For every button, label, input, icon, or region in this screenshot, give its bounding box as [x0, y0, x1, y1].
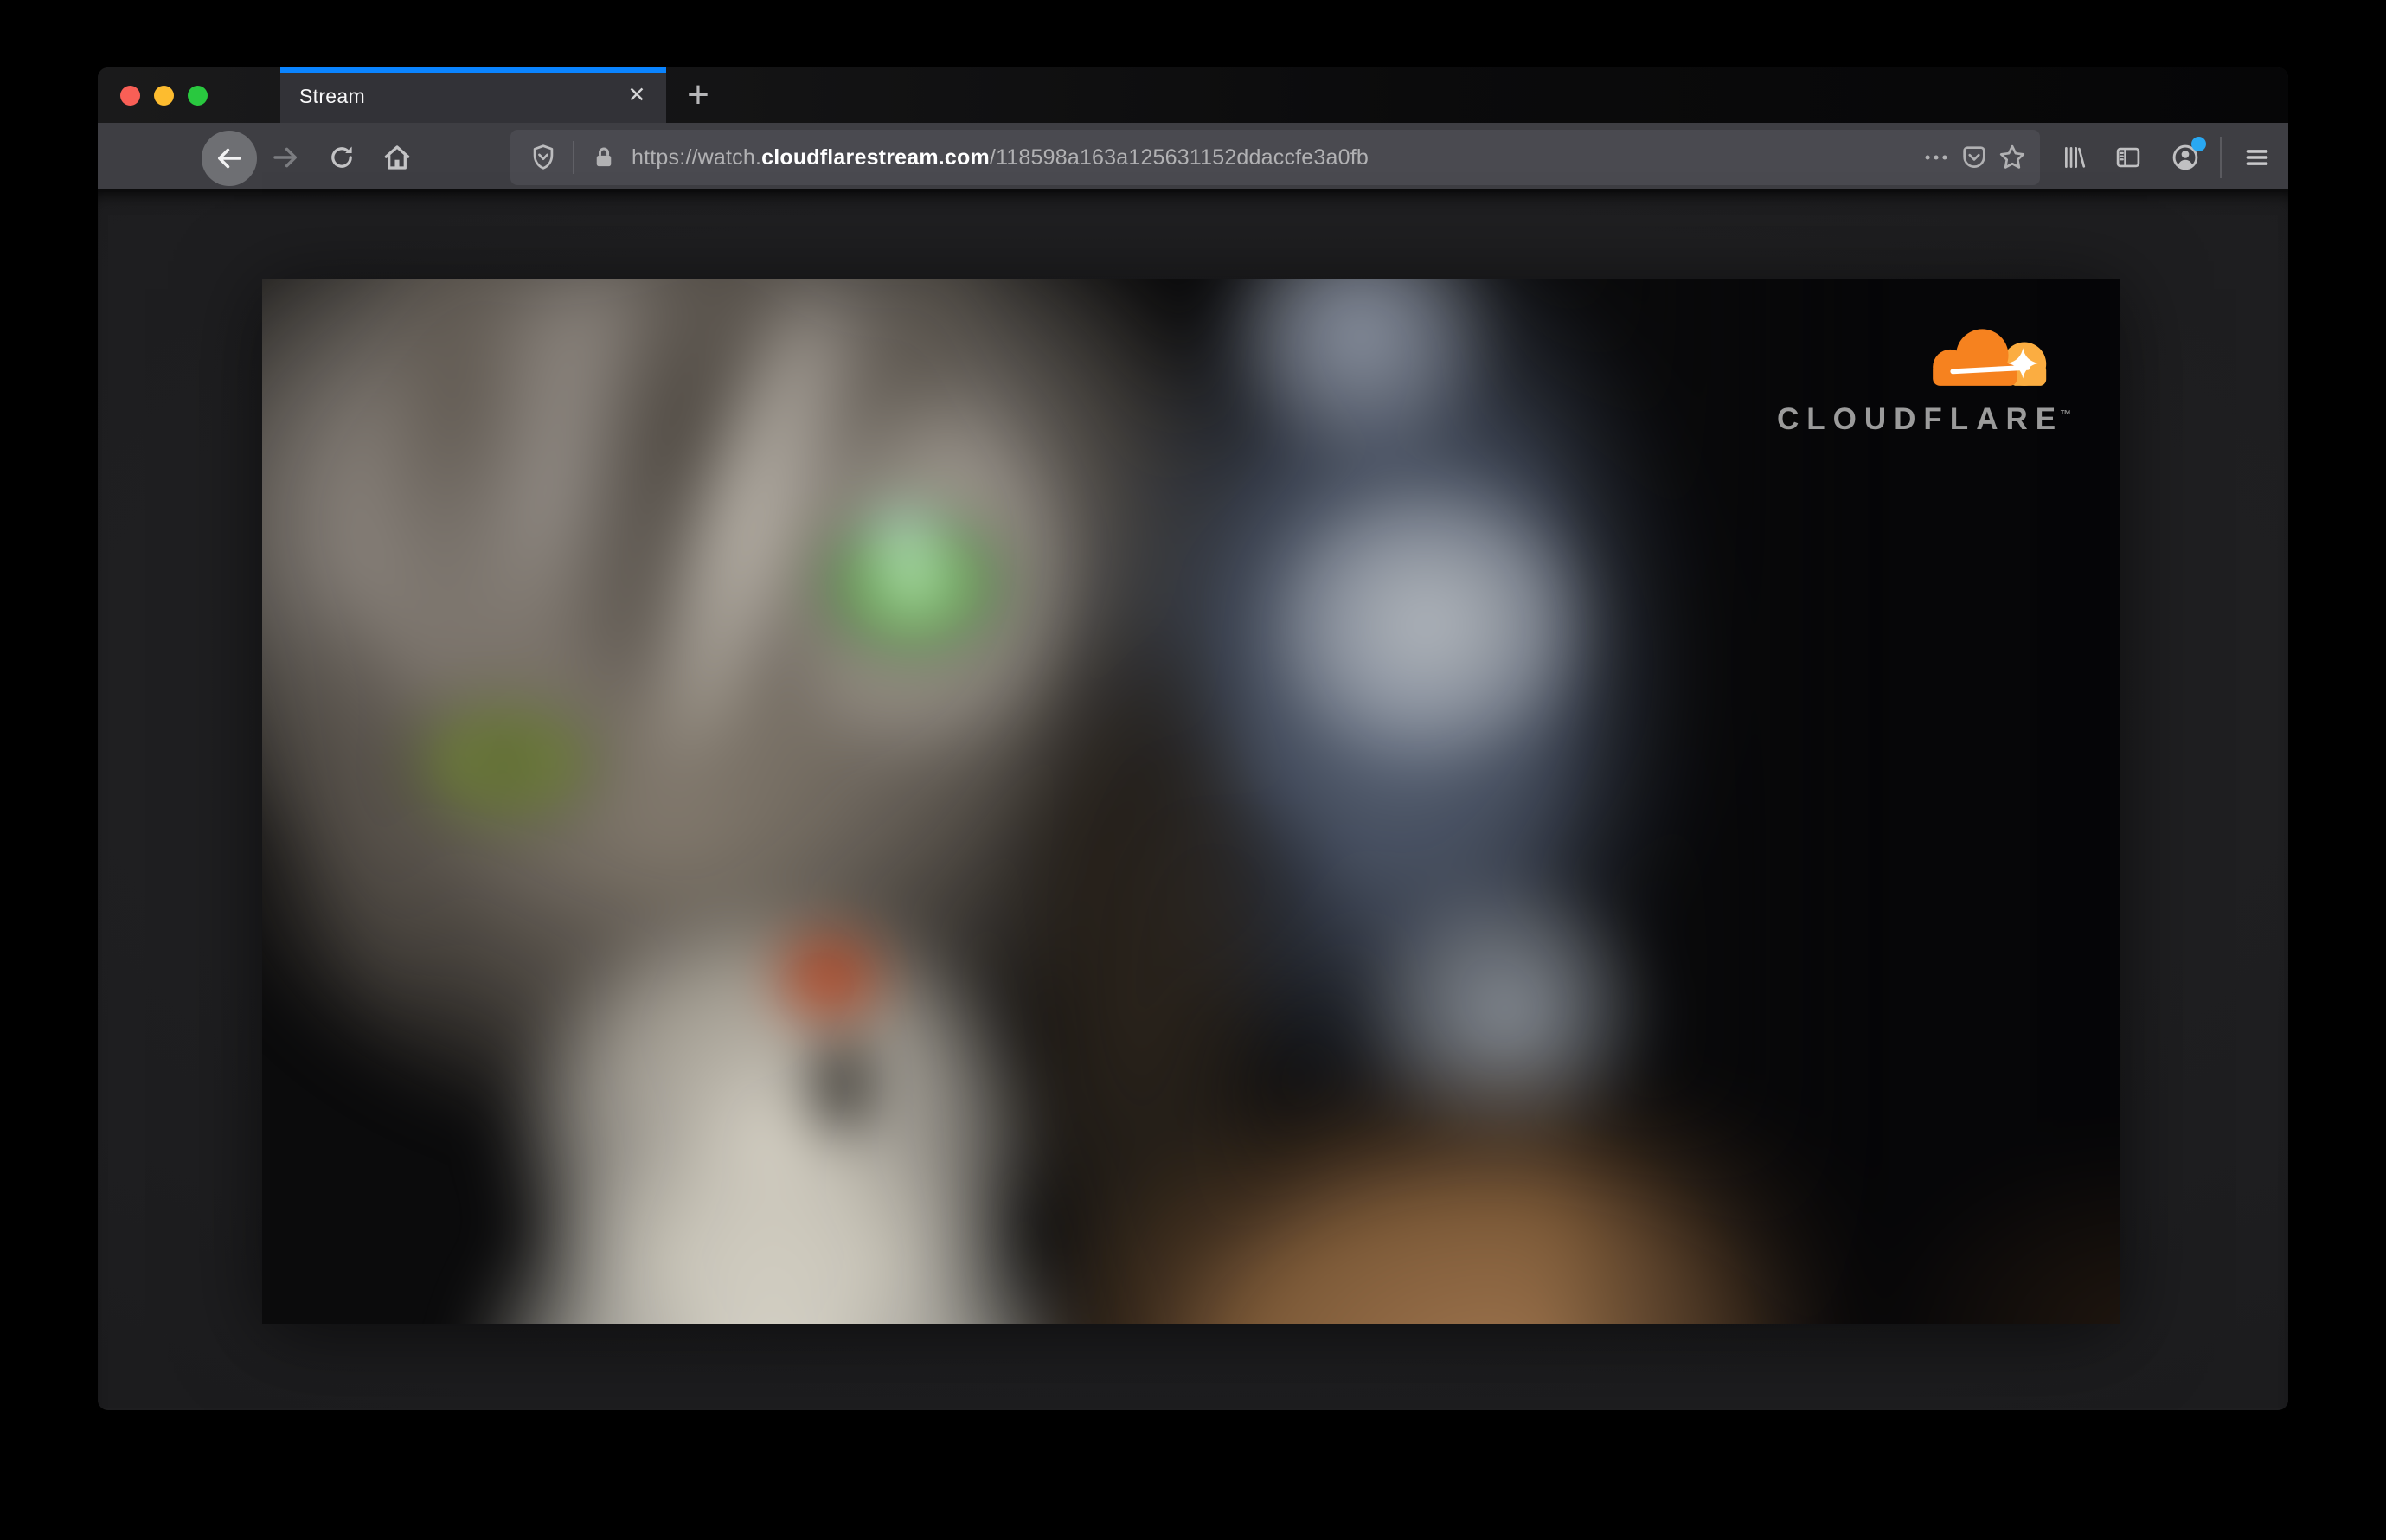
- new-tab-button[interactable]: +: [676, 67, 721, 123]
- tab-close-button[interactable]: ✕: [621, 80, 652, 111]
- home-button[interactable]: [378, 138, 416, 176]
- cloudflare-watermark: CLOUDFLARE™: [1777, 322, 2071, 437]
- page-action-buttons: [1917, 138, 2031, 176]
- forward-icon: [273, 147, 297, 168]
- url-path: /118598a163a125631152ddaccfe3a0fb: [989, 144, 1369, 170]
- home-icon: [384, 145, 410, 170]
- star-icon: [1999, 144, 2025, 169]
- cat-nose: [765, 924, 893, 1030]
- bookmark-button[interactable]: [1993, 138, 2031, 176]
- video-player[interactable]: CLOUDFLARE™: [262, 279, 2120, 1324]
- page-actions-button[interactable]: [1917, 138, 1955, 176]
- urlbar-divider: [573, 141, 574, 174]
- library-button[interactable]: [2056, 138, 2094, 176]
- sidebar-icon: [2116, 147, 2140, 168]
- pocket-icon: [1963, 146, 1985, 168]
- library-icon: [2065, 147, 2086, 168]
- save-to-pocket-button[interactable]: [1955, 138, 1993, 176]
- window-zoom-button[interactable]: [188, 85, 208, 106]
- address-bar[interactable]: https://watch.cloudflarestream.com/11859…: [510, 130, 2040, 185]
- cat-left-eye: [395, 689, 615, 835]
- back-icon: [218, 148, 241, 169]
- sidebars-button[interactable]: [2109, 138, 2147, 176]
- trademark-symbol: ™: [2060, 407, 2072, 421]
- url-domain: cloudflarestream.com: [761, 144, 990, 170]
- url-prefix: https://watch.: [632, 144, 762, 170]
- back-button[interactable]: [202, 131, 257, 186]
- menu-button[interactable]: [2238, 138, 2276, 176]
- tab-stream[interactable]: Stream ✕: [280, 67, 666, 123]
- tab-bar: Stream ✕ +: [98, 67, 2288, 123]
- ellipsis-icon: [1925, 155, 1947, 160]
- reload-icon: [331, 146, 352, 168]
- cloudflare-cloud-icon: [1933, 329, 2047, 386]
- forward-button[interactable]: [266, 138, 305, 176]
- navigation-toolbar: https://watch.cloudflarestream.com/11859…: [98, 123, 2288, 192]
- window-close-button[interactable]: [120, 85, 140, 106]
- account-notification-dot: [2191, 137, 2206, 151]
- reload-button[interactable]: [323, 138, 361, 176]
- browser-window: Stream ✕ + https://watch.cloudflarestrea…: [98, 67, 2288, 1410]
- account-button[interactable]: [2166, 137, 2206, 176]
- lock-icon: [596, 147, 612, 167]
- cloudflare-wordmark: CLOUDFLARE™: [1777, 402, 2072, 436]
- window-minimize-button[interactable]: [154, 85, 174, 106]
- tracking-protection-button[interactable]: [524, 138, 562, 176]
- active-tab-indicator: [280, 67, 666, 73]
- toolbar-divider: [2220, 137, 2222, 178]
- page-content: CLOUDFLARE™: [98, 192, 2288, 1408]
- tab-title: Stream: [299, 85, 365, 108]
- window-controls: [120, 67, 208, 123]
- hamburger-icon: [2246, 150, 2268, 165]
- connection-security-button[interactable]: [585, 138, 623, 176]
- url-text: https://watch.cloudflarestream.com/11859…: [632, 145, 1369, 170]
- shield-icon: [533, 144, 554, 170]
